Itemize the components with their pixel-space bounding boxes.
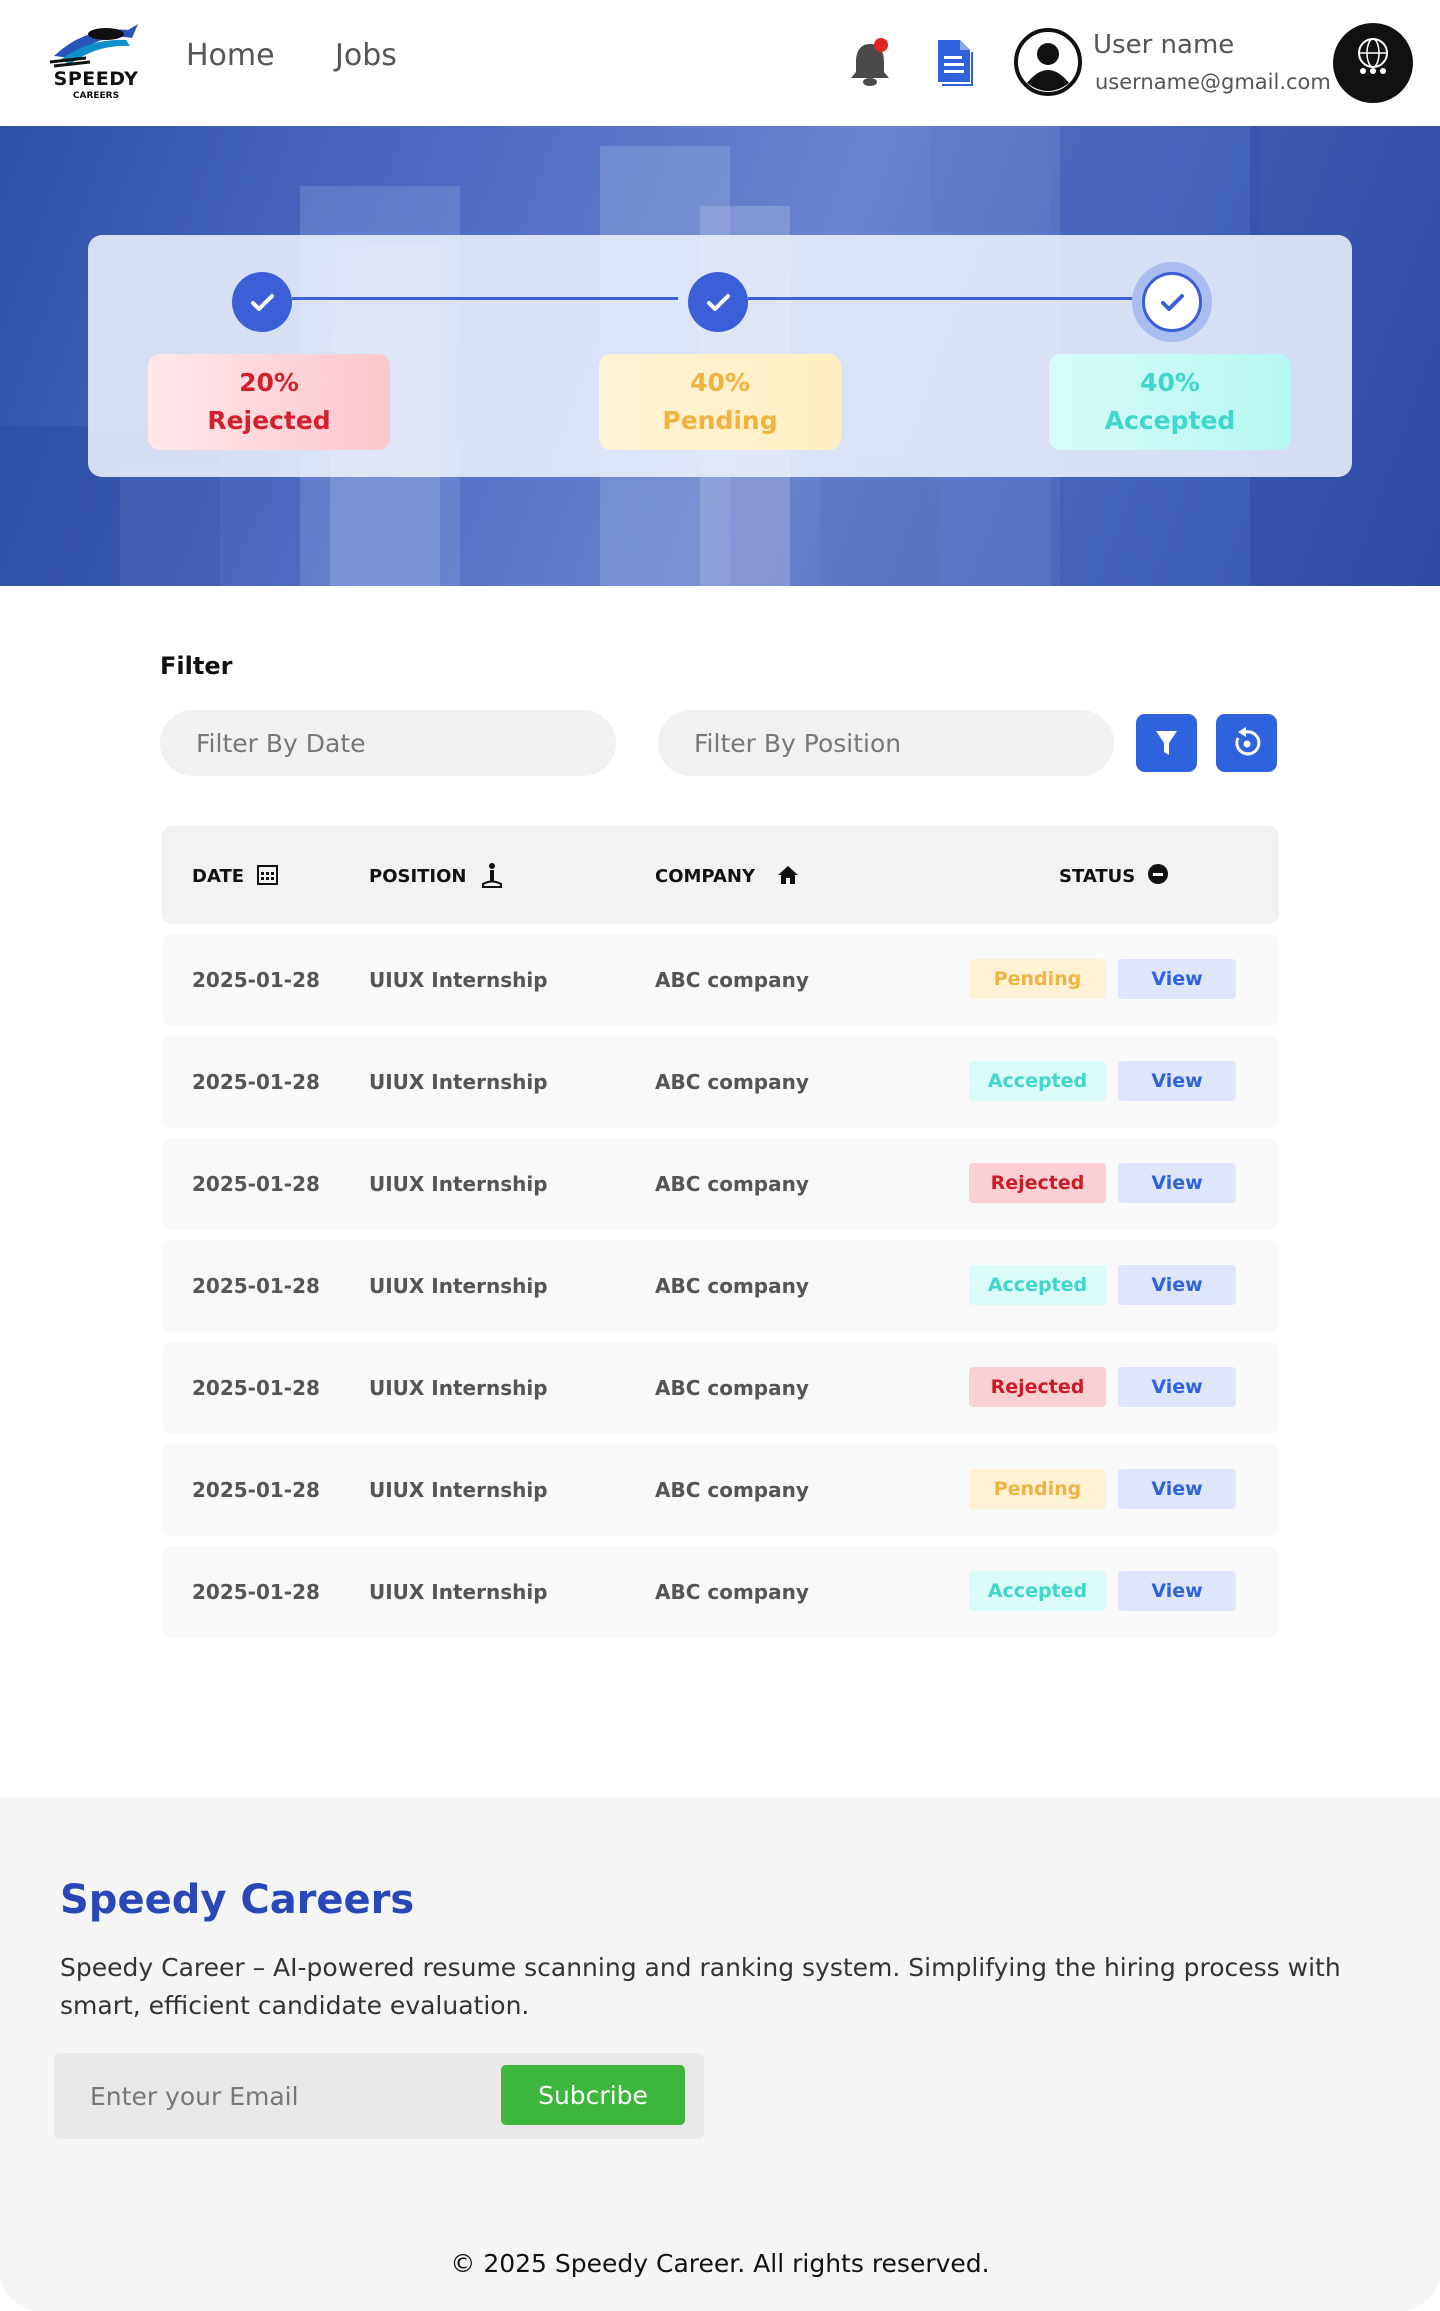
check-icon [707,294,730,311]
user-email: username@gmail.com [1095,70,1331,94]
status-badge: Accepted [969,1571,1106,1611]
notification-dot [874,38,888,52]
subscribe-email-input[interactable] [54,2053,494,2139]
pending-stat-badge: 40% Pending [599,354,841,450]
row-date: 2025-01-28 [192,1172,320,1196]
position-column-header: POSITION [369,866,467,887]
footer-description: Speedy Career – AI-powered resume scanni… [60,1953,1341,2020]
accepted-stat-badge: 40% Accepted [1049,354,1291,450]
pending-label: Pending [662,406,778,435]
accepted-percent: 40% [1140,368,1200,397]
reset-icon [1235,727,1261,756]
funnel-icon [1156,731,1177,755]
user-name: User name [1093,30,1235,60]
table-row: 2025-01-28 UIUX Internship ABC company Pend… [162,1444,1279,1536]
step-check-rejected [232,272,292,332]
progress-line [748,297,1136,300]
row-date: 2025-01-28 [192,1580,320,1604]
row-company: ABC company [655,1274,809,1298]
bell-icon[interactable] [848,38,892,88]
table-row: 2025-01-28 UIUX Internship ABC company Reje… [162,1138,1279,1230]
minus-circle-icon [1148,864,1168,884]
footer: Speedy Careers Speedy Career – AI-powere… [0,1797,1440,2311]
calendar-icon [257,865,278,885]
table-row: 2025-01-28 UIUX Internship ABC company Acce… [162,1240,1279,1332]
pending-percent: 40% [690,368,750,397]
step-check-accepted [1132,262,1212,342]
logo-subtitle: CAREERS [72,91,120,101]
row-company: ABC company [655,1376,809,1400]
row-date: 2025-01-28 [192,1070,320,1094]
view-button[interactable]: View [1118,1469,1236,1509]
row-position: UIUX Internship [369,1478,548,1502]
row-company: ABC company [655,1172,809,1196]
status-badge: Accepted [969,1265,1106,1305]
status-badge: Rejected [969,1367,1106,1407]
view-button[interactable]: View [1118,1367,1236,1407]
row-position: UIUX Internship [369,1580,548,1604]
status-badge: Accepted [969,1061,1106,1101]
view-button[interactable]: View [1118,1061,1236,1101]
row-date: 2025-01-28 [192,1478,320,1502]
logo-title: SPEEDY [53,68,139,90]
globe-people-icon [1358,38,1388,74]
table-row: 2025-01-28 UIUX Internship ABC company Acce… [162,1546,1279,1638]
row-date: 2025-01-28 [192,968,320,992]
filter-heading: Filter [160,652,233,680]
nav-home-link[interactable]: Home [186,38,275,73]
view-button[interactable]: View [1118,1163,1236,1203]
status-column-header: STATUS [1059,866,1136,887]
row-position: UIUX Internship [369,1274,548,1298]
footer-brand-title: Speedy Careers [60,1877,415,1923]
status-badge: Rejected [969,1163,1106,1203]
newsletter-form: Subcribe [54,2053,704,2139]
date-column-header: DATE [192,866,245,887]
company-logo-avatar[interactable] [1333,23,1413,103]
logo-swoosh-icon [49,24,138,68]
rejected-stat-badge: 20% Rejected [148,354,390,450]
check-icon [251,294,274,311]
rejected-label: Rejected [207,406,331,435]
row-company: ABC company [655,1580,809,1604]
row-position: UIUX Internship [369,1376,548,1400]
step-check-pending [688,272,748,332]
home-icon [778,866,798,884]
table-row: 2025-01-28 UIUX Internship ABC company Pend… [162,934,1279,1026]
row-company: ABC company [655,1070,809,1094]
row-company: ABC company [655,1478,809,1502]
row-position: UIUX Internship [369,968,548,992]
row-position: UIUX Internship [369,1070,548,1094]
person-pin-icon [482,863,502,888]
reset-filter-button[interactable] [1216,714,1277,772]
row-date: 2025-01-28 [192,1274,320,1298]
copyright-text: © 2025 Speedy Career. All rights reserve… [450,2249,990,2278]
top-navbar: SPEEDY CAREERS Home Jobs User name usern… [0,0,1440,126]
nav-jobs-link[interactable]: Jobs [335,38,397,73]
check-icon [1161,294,1184,311]
row-position: UIUX Internship [369,1172,548,1196]
company-column-header: COMPANY [655,866,755,887]
view-button[interactable]: View [1118,1265,1236,1305]
user-circle-icon[interactable] [1013,27,1083,97]
status-badge: Pending [969,959,1106,999]
applications-table-header: DATE POSITION COMPANY STATUS [162,826,1279,924]
table-row: 2025-01-28 UIUX Internship ABC company Acce… [162,1036,1279,1128]
status-badge: Pending [969,1469,1106,1509]
rejected-percent: 20% [239,368,299,397]
document-icon[interactable] [936,38,974,86]
subscribe-button[interactable]: Subcribe [501,2065,685,2125]
filter-by-position-input[interactable] [658,710,1114,776]
speedy-careers-logo[interactable]: SPEEDY CAREERS [46,18,146,106]
apply-filter-button[interactable] [1136,714,1197,772]
accepted-label: Accepted [1104,406,1236,435]
row-date: 2025-01-28 [192,1376,320,1400]
filter-by-date-input[interactable] [160,710,616,776]
table-row: 2025-01-28 UIUX Internship ABC company Reje… [162,1342,1279,1434]
row-company: ABC company [655,968,809,992]
progress-line [292,297,678,300]
view-button[interactable]: View [1118,959,1236,999]
view-button[interactable]: View [1118,1571,1236,1611]
